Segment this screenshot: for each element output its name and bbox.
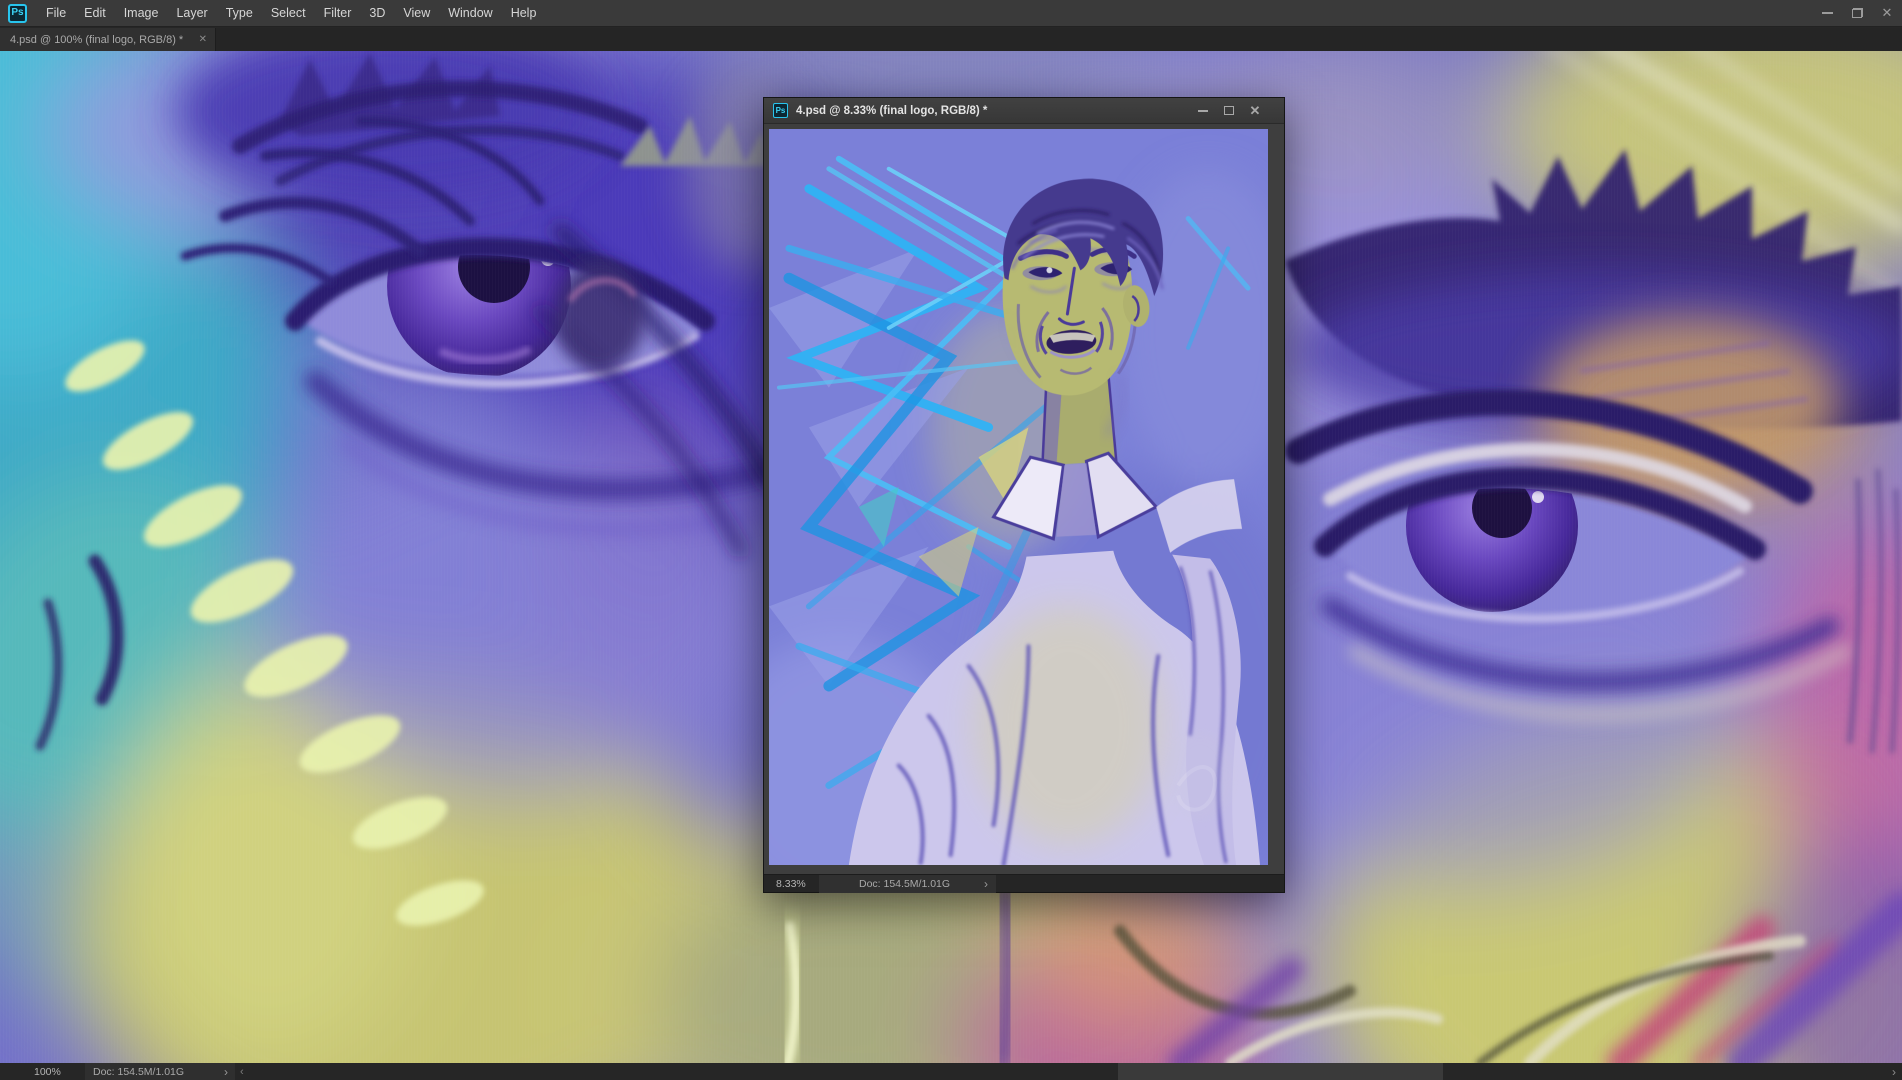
- photoshop-app: Ps File Edit Image Layer Type Select Fil…: [0, 0, 1902, 1080]
- menu-filter[interactable]: Filter: [315, 0, 361, 27]
- zoom-level-field[interactable]: 100%: [34, 1063, 61, 1080]
- menubar: Ps File Edit Image Layer Type Select Fil…: [0, 0, 1902, 27]
- document-canvas[interactable]: Ps 4.psd @ 8.33% (final logo, RGB/8) * ✕: [0, 51, 1902, 1063]
- floating-window-statusbar: 8.33% Doc: 154.5M/1.01G ›: [764, 874, 1284, 893]
- status-chevron-icon[interactable]: ›: [224, 1065, 228, 1079]
- tab-title: 4.psd @ 100% (final logo, RGB/8) *: [10, 33, 184, 46]
- floating-window-doc-panel: Doc: 154.5M/1.01G ›: [819, 875, 996, 893]
- menu-layer[interactable]: Layer: [167, 0, 216, 27]
- menu-image[interactable]: Image: [115, 0, 168, 27]
- maximize-document-icon[interactable]: [1216, 98, 1242, 124]
- photoshop-logo-icon: Ps: [8, 3, 27, 23]
- minimize-document-icon[interactable]: [1190, 98, 1216, 124]
- restore-window-icon[interactable]: [1842, 0, 1872, 27]
- psd-file-icon: Ps: [773, 103, 788, 118]
- menu-type[interactable]: Type: [217, 0, 262, 27]
- corner-chevron-icon[interactable]: ›: [1892, 1063, 1896, 1080]
- doc-size-value: Doc: 154.5M/1.01G: [93, 1065, 185, 1078]
- menu-view[interactable]: View: [394, 0, 439, 27]
- menu-select[interactable]: Select: [262, 0, 315, 27]
- close-document-icon[interactable]: ✕: [1242, 98, 1268, 124]
- menu-help[interactable]: Help: [502, 0, 546, 27]
- menu-edit[interactable]: Edit: [75, 0, 115, 27]
- tab-4psd[interactable]: 4.psd @ 100% (final logo, RGB/8) * ✕: [0, 28, 216, 51]
- floating-window-canvas-area: [764, 124, 1284, 874]
- floating-window-title: 4.psd @ 8.33% (final logo, RGB/8) *: [796, 104, 988, 117]
- menu-file[interactable]: File: [37, 0, 75, 27]
- floating-window-titlebar[interactable]: Ps 4.psd @ 8.33% (final logo, RGB/8) * ✕: [764, 98, 1284, 124]
- status-chevron-left-icon[interactable]: ‹: [240, 1063, 244, 1080]
- doc-size-panel: Doc: 154.5M/1.01G ›: [85, 1063, 235, 1080]
- window-controls: ✕: [1812, 0, 1902, 27]
- floating-document-window: Ps 4.psd @ 8.33% (final logo, RGB/8) * ✕: [763, 97, 1285, 893]
- portrait-artwork: [769, 129, 1268, 865]
- statusbar: 100% Doc: 154.5M/1.01G › ‹ ›: [0, 1063, 1902, 1080]
- horizontal-scrollbar-thumb[interactable]: [1118, 1063, 1443, 1080]
- tab-close-icon[interactable]: ✕: [199, 34, 207, 45]
- floating-window-zoom-field[interactable]: 8.33%: [776, 875, 806, 893]
- floating-window-status-chevron-icon[interactable]: ›: [984, 877, 988, 891]
- floating-window-doc-size: Doc: 154.5M/1.01G: [859, 878, 951, 890]
- document-tabbar: 4.psd @ 100% (final logo, RGB/8) * ✕: [0, 28, 1902, 51]
- minimize-window-icon[interactable]: [1812, 0, 1842, 27]
- floating-window-controls: ✕: [1190, 98, 1284, 124]
- floating-window-canvas[interactable]: [769, 129, 1268, 865]
- close-window-icon[interactable]: ✕: [1872, 0, 1902, 27]
- menu-3d[interactable]: 3D: [360, 0, 394, 27]
- menu-window[interactable]: Window: [439, 0, 501, 27]
